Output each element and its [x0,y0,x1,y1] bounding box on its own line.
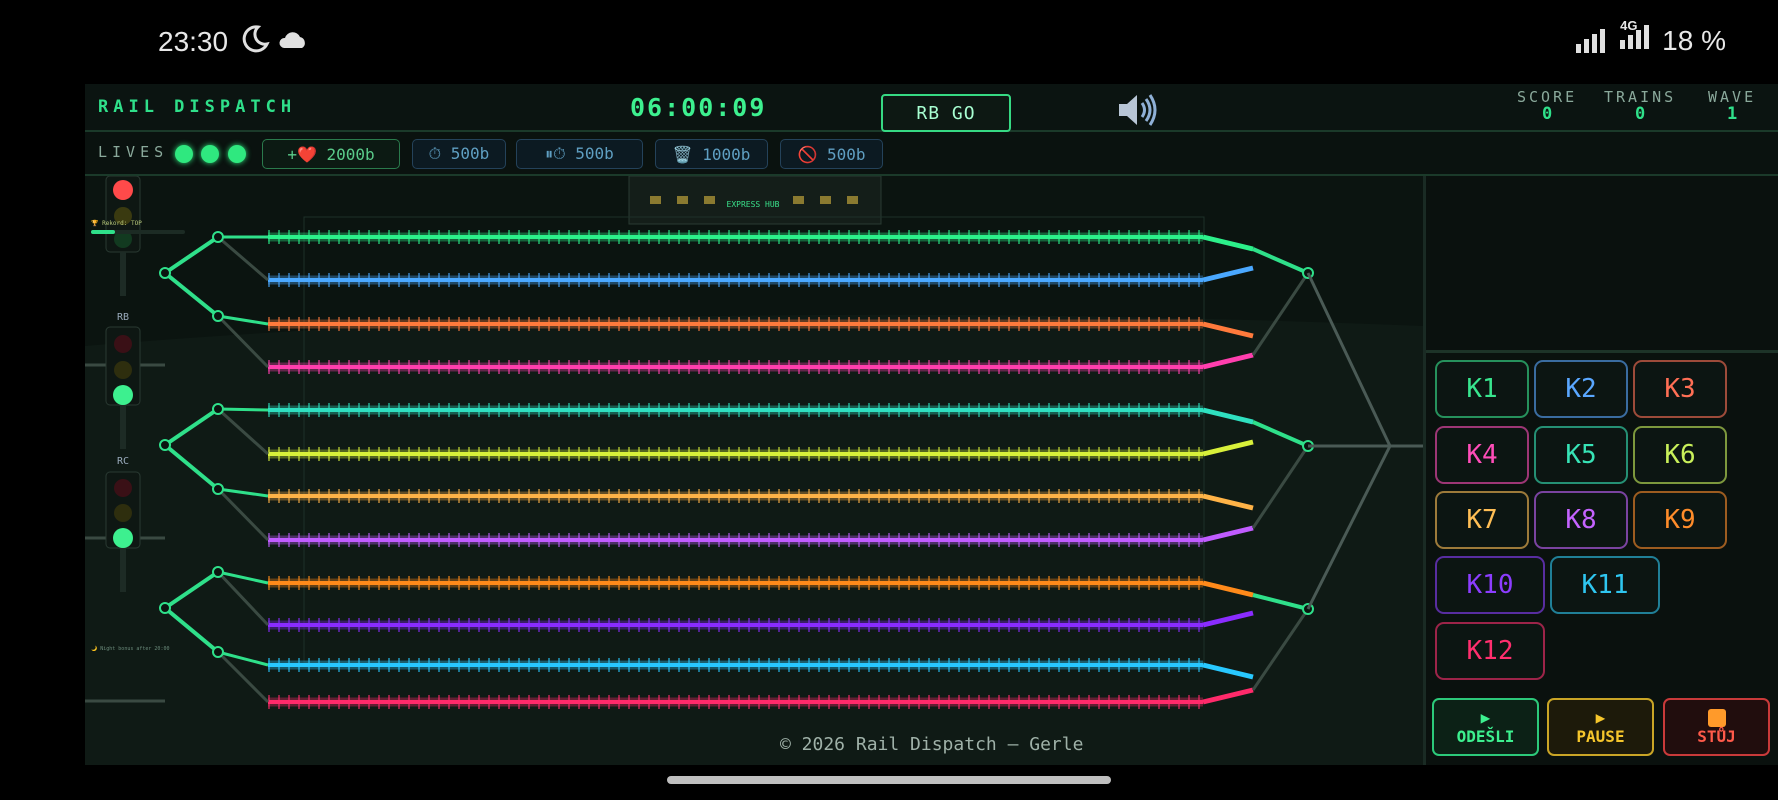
track-button-k5[interactable]: K5 [1534,426,1628,484]
signal-label-rb: RB [117,312,129,323]
track-button-k9[interactable]: K9 [1633,491,1727,549]
track-button-k6[interactable]: K6 [1633,426,1727,484]
switch-node [212,231,224,243]
track-board: EXPRESS HUB 🏆 Rekord: TOP RB RC 🌙 Night … [85,176,1423,765]
battery-level: 18 % [1662,24,1726,56]
switch-branch [217,407,269,412]
station-sign: EXPRESS HUB [727,200,780,209]
panel-info-area [1426,176,1778,353]
switch-node [212,566,224,578]
game-clock: 06:00:09 [630,93,767,122]
track-button-k7[interactable]: K7 [1435,491,1529,549]
life-indicator [201,145,219,163]
record-text: 🏆 Rekord: TOP [91,219,142,227]
buy-life-button[interactable]: +❤️ 2000b [262,139,400,169]
record-progress-fill [91,230,115,234]
game-title: RAIL DISPATCH [98,97,297,117]
game-area: RAIL DISPATCH 06:00:09 RB GO SCORE 0 TRA… [85,84,1778,765]
track-button-k3[interactable]: K3 [1633,360,1727,418]
switch-node [212,646,224,658]
switch-node [212,483,224,495]
network-type: 4G [1620,18,1638,33]
track-button-k10[interactable]: K10 [1435,556,1545,614]
control-panel: K1 K2 K3 K4 K5 K6 K7 K8 K9 K10 K11 K12 [1423,176,1778,765]
send-button[interactable]: ▶ ODEŠLI [1432,698,1539,756]
speaker-icon[interactable] [1115,90,1161,130]
switch-node [159,602,171,614]
night-bonus-note: 🌙 Night bonus after 20:00 [91,645,169,652]
send-label: ODEŠLI [1456,727,1515,746]
clear-trains-button[interactable]: 🗑️ 1000b [655,139,768,169]
system-status-bar: 23:30 4G 18 % [0,0,1778,84]
play-icon: ▶ [1480,708,1491,727]
wave-stat: WAVE 1 [1708,88,1756,124]
play-icon: ▶ [1595,708,1606,727]
life-indicator [175,145,193,163]
track-button-k1[interactable]: K1 [1435,360,1529,418]
wave-value: 1 [1726,104,1738,124]
slow-timer-button[interactable]: ⏱ 500b [412,139,506,169]
footer-copyright: © 2026 Rail Dispatch — Gerle [780,734,1084,755]
signal-label-rc: RC [117,456,129,467]
trains-value: 0 [1634,104,1646,124]
lives-label: LIVES [98,143,169,161]
track-button-k12[interactable]: K12 [1435,622,1545,680]
game-header: RAIL DISPATCH 06:00:09 RB GO SCORE 0 TRA… [85,84,1778,132]
pause-button[interactable]: ▶ PAUSE [1547,698,1654,756]
status-time: 23:30 [158,26,229,57]
home-indicator[interactable] [667,776,1111,784]
rb-go-button[interactable]: RB GO [881,94,1011,132]
trains-stat: TRAINS 0 [1604,88,1676,124]
stop-icon [1707,708,1726,727]
cloud-icon [279,32,305,48]
block-button[interactable]: 🚫 500b [780,139,883,169]
switch-node [159,267,171,279]
life-indicator [228,145,246,163]
track-button-k11[interactable]: K11 [1550,556,1660,614]
moon-icon [242,25,270,53]
status-right: 4G 18 % [1574,18,1726,57]
track-button-k4[interactable]: K4 [1435,426,1529,484]
score-stat: SCORE 0 [1517,88,1577,124]
powerup-bar: LIVES +❤️ 2000b ⏱ 500b ⏸⏱ 500b 🗑️ 1000b … [85,132,1778,176]
stop-button[interactable]: STŮJ [1663,698,1770,756]
stop-label: STŮJ [1697,726,1736,746]
score-value: 0 [1541,104,1553,124]
signal-icon [1576,28,1606,53]
pause-label: PAUSE [1576,727,1625,746]
track-button-k2[interactable]: K2 [1534,360,1628,418]
switch-node [159,439,171,451]
switch-node [212,403,224,415]
switch-node [212,310,224,322]
track-button-k8[interactable]: K8 [1534,491,1628,549]
pause-timer-button[interactable]: ⏸⏱ 500b [516,139,643,169]
